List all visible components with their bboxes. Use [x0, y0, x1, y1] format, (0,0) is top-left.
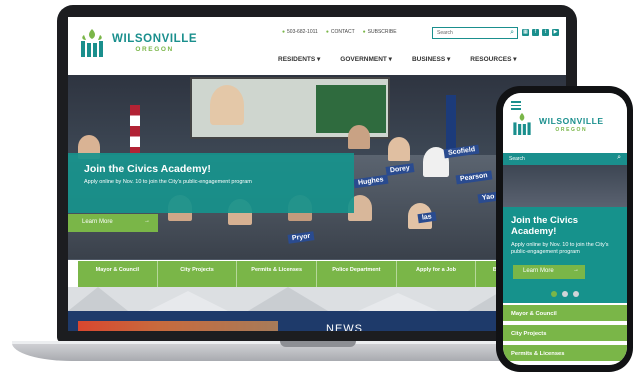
hero-title: Join the Civics Academy!: [84, 163, 211, 175]
nav-business[interactable]: BUSINESS ▾: [412, 55, 450, 63]
logo-sub: OREGON: [555, 126, 588, 133]
phone-screen: WILSONVILLE OREGON Search ⌕ Join the Civ…: [503, 93, 627, 365]
quick-link-police-department[interactable]: Police Department: [317, 261, 397, 287]
nav-resources[interactable]: RESOURCES ▾: [470, 55, 516, 63]
nav-residents[interactable]: RESIDENTS ▾: [278, 55, 320, 63]
laptop-notch: [280, 341, 356, 347]
subscribe-text: SUBSCRIBE: [367, 29, 397, 35]
learn-more-label: Learn More: [523, 268, 554, 274]
search-placeholder: Search: [437, 30, 453, 36]
site-logo[interactable]: WILSONVILLE OREGON: [78, 27, 197, 59]
phone-hero-body: Apply online by Nov. 10 to join the City…: [511, 241, 609, 255]
carousel-dot[interactable]: [551, 291, 557, 297]
contact-icon: ●: [325, 29, 329, 35]
video-group: [316, 85, 386, 133]
subscribe-link[interactable]: ● SUBSCRIBE: [363, 29, 397, 35]
logo-name: WILSONVILLE: [112, 33, 198, 45]
nav-label: GOVERNMENT: [340, 56, 387, 63]
phone-hero-photo: [503, 165, 627, 207]
search-icon[interactable]: ⌕: [617, 154, 621, 162]
contact-link[interactable]: ● CONTACT: [326, 29, 355, 35]
site-header: WILSONVILLE OREGON ● 503-682-1011 ● CONTAC…: [68, 17, 566, 75]
news-title: NEWS: [326, 323, 363, 331]
nav-label: RESOURCES: [470, 56, 512, 63]
name-sign: las: [417, 211, 437, 224]
name-sign: Pryor: [287, 231, 315, 244]
arrow-right-icon: →: [144, 218, 150, 224]
phone-link[interactable]: ● 503-682-1011: [282, 29, 318, 35]
phone-link-permits-licenses[interactable]: Permits & Licenses: [503, 345, 627, 365]
quick-link-mayor-council[interactable]: Mayor & Council: [78, 261, 158, 287]
facebook-icon[interactable]: f: [532, 29, 539, 36]
phone-quick-links: Mayor & Council City Projects Permits & …: [503, 305, 627, 365]
nav-label: BUSINESS: [411, 56, 446, 63]
phone-text: 503-682-1011: [287, 29, 318, 35]
logo-name: WILSONVILLE: [539, 115, 604, 126]
subscribe-icon: ●: [362, 29, 366, 35]
search-input[interactable]: Search ⌕: [432, 27, 518, 39]
phone-learn-more-button[interactable]: Learn More →: [513, 265, 585, 279]
contact-text: CONTACT: [330, 29, 355, 35]
phone-hero-title: Join the Civics Academy!: [511, 215, 579, 238]
phone-header: WILSONVILLE OREGON: [503, 93, 627, 151]
quick-links: Mayor & Council City Projects Permits & …: [78, 261, 557, 287]
carousel-dots: [551, 291, 579, 297]
laptop-screen: WILSONVILLE OREGON ● 503-682-1011 ● CONTAC…: [68, 17, 566, 331]
quick-link-city-projects[interactable]: City Projects: [158, 261, 238, 287]
person: [348, 125, 370, 149]
logo-icon: [78, 27, 106, 59]
video-person: [210, 85, 244, 125]
phone-logo[interactable]: WILSONVILLE OREGON: [511, 111, 604, 137]
name-sign: Hughes: [353, 174, 389, 189]
hero-body: Apply online by Nov. 10 to join the City…: [84, 179, 252, 185]
person: [388, 137, 410, 161]
utility-bar: ● 503-682-1011 ● CONTACT ● SUBSCRIBE: [282, 29, 397, 35]
phone-link-city-projects[interactable]: City Projects: [503, 325, 627, 345]
quick-link-apply-job[interactable]: Apply for a Job: [397, 261, 477, 287]
name-sign: Pearson: [455, 170, 493, 185]
carousel-dot[interactable]: [573, 291, 579, 297]
phone-link-mayor-council[interactable]: Mayor & Council: [503, 305, 627, 325]
logo-sub: OREGON: [135, 46, 174, 53]
news-image[interactable]: [78, 321, 278, 331]
learn-more-button[interactable]: Learn More →: [68, 214, 158, 232]
hamburger-icon[interactable]: [511, 101, 521, 110]
nav-label: RESIDENTS: [278, 56, 316, 63]
social-links: ▦ f t ▶: [522, 29, 559, 36]
news-section: NEWS: [68, 311, 566, 331]
name-sign: Dorey: [385, 163, 415, 176]
search-placeholder: Search: [509, 156, 525, 162]
device-mockup: WILSONVILLE OREGON ● 503-682-1011 ● CONTAC…: [0, 0, 636, 376]
arrow-right-icon: →: [573, 267, 579, 273]
nav-government[interactable]: GOVERNMENT ▾: [340, 55, 392, 63]
carousel-dot[interactable]: [562, 291, 568, 297]
phone-search-input[interactable]: Search ⌕: [503, 153, 627, 165]
calendar-icon[interactable]: ▦: [522, 29, 529, 36]
phone-hero-callout: Join the Civics Academy! Apply online by…: [503, 207, 627, 303]
hero-callout: Join the Civics Academy! Apply online by…: [68, 153, 354, 213]
main-nav: RESIDENTS ▾ GOVERNMENT ▾ BUSINESS ▾ RESO…: [278, 55, 517, 63]
youtube-icon[interactable]: ▶: [552, 29, 559, 36]
learn-more-label: Learn More: [82, 219, 113, 225]
quick-link-permits-licenses[interactable]: Permits & Licenses: [237, 261, 318, 287]
phone-icon: ●: [282, 29, 286, 35]
pattern-band: [68, 287, 566, 311]
hero-photo: Scofield Hughes Dorey Pearson Yao Pryor …: [68, 75, 566, 287]
twitter-icon[interactable]: t: [542, 29, 549, 36]
logo-icon: [511, 111, 533, 137]
search-icon[interactable]: ⌕: [510, 29, 514, 37]
